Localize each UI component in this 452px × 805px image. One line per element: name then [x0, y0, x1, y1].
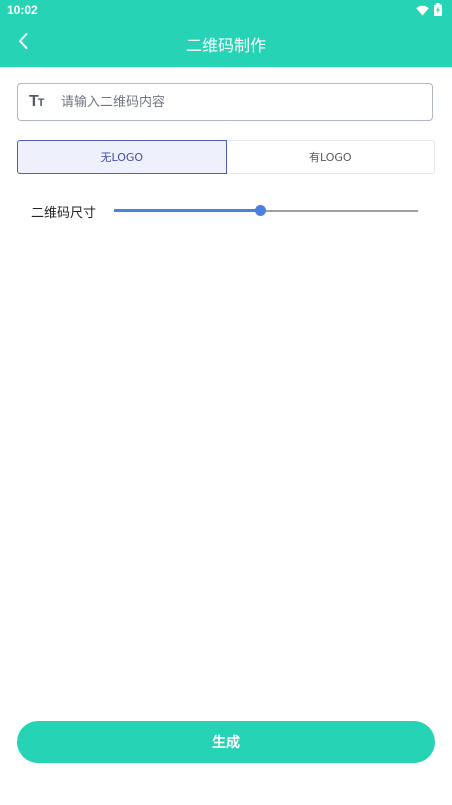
battery-charging-icon — [434, 1, 442, 20]
top-bar: 10:02 二维码制作 — [0, 0, 452, 67]
text-size-icon: TT — [29, 93, 44, 110]
status-icons — [416, 1, 442, 20]
qr-content-field[interactable]: TT — [17, 83, 433, 121]
size-slider[interactable] — [114, 204, 418, 218]
with-logo-option[interactable]: 有LOGO — [226, 140, 435, 174]
qr-content-input[interactable] — [61, 94, 432, 110]
size-slider-label: 二维码尺寸 — [31, 206, 97, 221]
slider-thumb[interactable] — [254, 205, 266, 216]
screen: 10:02 二维码制作 TT 请输入二维码内容 无LOGO 有LOGO 二维码尺… — [0, 0, 452, 805]
app-bar: 二维码制作 — [0, 22, 452, 67]
slider-fill — [114, 209, 260, 212]
status-time: 10:02 — [7, 3, 38, 17]
page-title: 二维码制作 — [185, 36, 266, 55]
no-logo-option[interactable]: 无LOGO — [17, 140, 227, 174]
wifi-icon — [416, 1, 429, 20]
status-bar: 10:02 — [0, 0, 452, 20]
logo-toggle: 无LOGO 有LOGO — [17, 140, 435, 174]
generate-button[interactable]: 生成 — [17, 721, 435, 763]
